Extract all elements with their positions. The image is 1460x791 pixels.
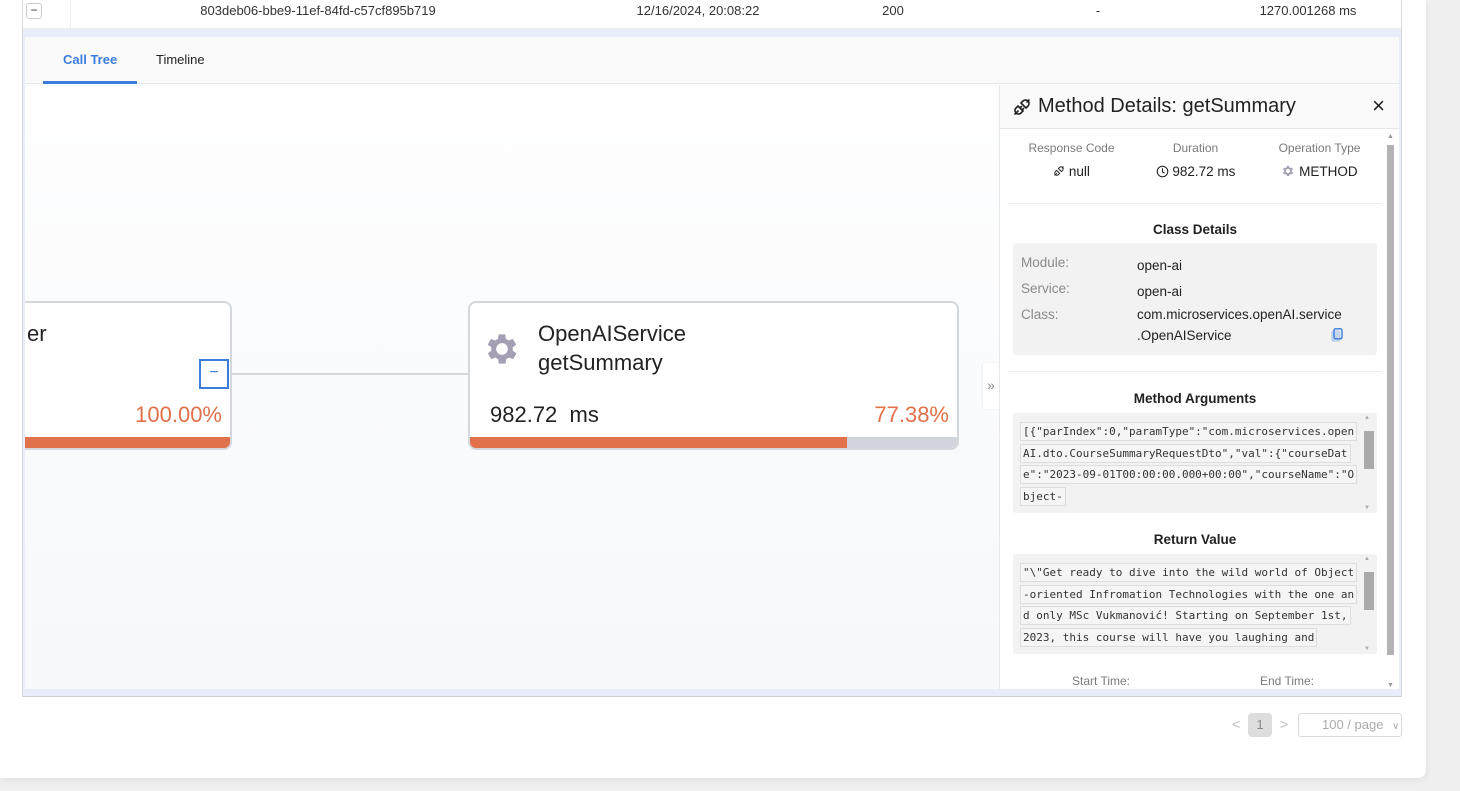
stat-label: Operation Type bbox=[1278, 141, 1361, 155]
arguments-scrollbar[interactable]: ▲ ▼ bbox=[1363, 415, 1374, 511]
collapse-row-button[interactable]: − bbox=[26, 3, 42, 19]
trace-error: - bbox=[1095, 3, 1101, 18]
trace-id: 803deb06-bbe9-11ef-84fd-c57cf895b719 bbox=[200, 3, 436, 18]
page-card: − 803deb06-bbe9-11ef-84fd-c57cf895b719 1… bbox=[0, 0, 1426, 778]
service-label: Service: bbox=[1021, 281, 1070, 296]
root-node-bar bbox=[25, 437, 230, 448]
tab-timeline[interactable]: Timeline bbox=[136, 37, 225, 84]
tab-bar: Call Tree Timeline bbox=[25, 37, 1399, 84]
node-percent: 77.38% bbox=[874, 402, 949, 427]
clock-icon bbox=[1156, 165, 1168, 178]
gear-icon bbox=[1283, 165, 1294, 177]
stat-response-code: Response Code null bbox=[1010, 141, 1133, 179]
page-1-button[interactable]: 1 bbox=[1248, 713, 1272, 737]
close-icon[interactable]: × bbox=[1372, 95, 1385, 117]
scroll-up-icon[interactable]: ▲ bbox=[1364, 415, 1370, 421]
service-value: open-ai bbox=[1137, 284, 1183, 299]
stat-label: Response Code bbox=[1028, 141, 1115, 155]
page-size-select[interactable]: 100 / page ∨ bbox=[1298, 713, 1402, 737]
divider bbox=[1008, 371, 1382, 372]
scroll-down-icon[interactable]: ▼ bbox=[1364, 505, 1370, 511]
method-arguments-box[interactable]: [{"parIndex":0,"paramType":"com.microser… bbox=[1013, 413, 1377, 513]
method-arguments-value: [{"parIndex":0,"paramType":"com.microser… bbox=[1020, 421, 1358, 507]
collapse-node-button[interactable]: − bbox=[199, 359, 229, 389]
stat-duration: Duration 982.72 ms bbox=[1134, 141, 1257, 179]
gear-icon bbox=[487, 334, 517, 364]
call-tree-root-node[interactable]: er − 100.00% bbox=[25, 301, 232, 450]
node-duration: 982.72 ms bbox=[490, 402, 599, 427]
module-label: Module: bbox=[1021, 255, 1070, 270]
expand-cell: − bbox=[23, 0, 71, 29]
scroll-down-icon[interactable]: ▼ bbox=[1364, 646, 1370, 652]
scroll-up-icon[interactable]: ▲ bbox=[1364, 556, 1370, 562]
class-details-box: Module: open-ai Service: open-ai Class: … bbox=[1013, 243, 1377, 355]
return-value-scrollbar[interactable]: ▲ ▼ bbox=[1363, 556, 1374, 652]
divider bbox=[1008, 203, 1382, 204]
trace-status: 200 bbox=[882, 3, 904, 18]
call-tree-canvas[interactable]: er − 100.00% OpenAIService getSummary 98… bbox=[25, 85, 999, 689]
method-stats: Response Code null Duration 982.72 ms Op… bbox=[1010, 141, 1380, 195]
prev-page-button[interactable]: < bbox=[1232, 716, 1240, 732]
stat-operation-type: Operation Type METHOD bbox=[1258, 141, 1381, 179]
method-arguments-title: Method Arguments bbox=[1133, 391, 1257, 406]
panel-scrollbar[interactable]: ▲ ▼ bbox=[1385, 133, 1395, 689]
method-details-header: Method Details: getSummary × bbox=[1000, 85, 1399, 129]
module-value: open-ai bbox=[1137, 258, 1183, 273]
operation-type-value: METHOD bbox=[1299, 164, 1358, 179]
duration-value: 982.72 ms bbox=[1172, 164, 1236, 179]
collapse-panel-toggle[interactable]: » bbox=[983, 363, 999, 409]
traces-table: − 803deb06-bbe9-11ef-84fd-c57cf895b719 1… bbox=[22, 0, 1402, 697]
copy-icon[interactable] bbox=[1331, 328, 1343, 342]
class-value: com.microservices.openAI.service .OpenAI… bbox=[1137, 304, 1357, 346]
call-tree-node-getsummary[interactable]: OpenAIService getSummary 982.72 ms 77.38… bbox=[468, 301, 959, 450]
root-node-name: er bbox=[27, 321, 47, 346]
tree-connector bbox=[232, 373, 470, 375]
start-time-label: Start Time: bbox=[1072, 674, 1131, 688]
root-node-percent: 100.00% bbox=[135, 402, 222, 427]
stat-value: 982.72 ms bbox=[1134, 164, 1257, 179]
scroll-down-icon[interactable]: ▼ bbox=[1387, 682, 1394, 689]
class-value-line1: com.microservices.openAI.service bbox=[1137, 307, 1342, 322]
return-value-title: Return Value bbox=[1153, 532, 1237, 547]
method-details-title: Method Details: getSummary bbox=[1038, 95, 1296, 117]
table-row[interactable]: − 803deb06-bbe9-11ef-84fd-c57cf895b719 1… bbox=[23, 0, 1401, 29]
chevron-down-icon: ∨ bbox=[1392, 721, 1400, 732]
node-bar bbox=[470, 437, 957, 448]
scroll-up-icon[interactable]: ▲ bbox=[1387, 133, 1394, 140]
plug-icon bbox=[1054, 166, 1064, 176]
end-time-label: End Time: bbox=[1260, 674, 1315, 688]
root-node-bar-fill bbox=[25, 437, 230, 448]
stat-value: METHOD bbox=[1258, 164, 1381, 179]
page-size-value: 100 / page bbox=[1322, 717, 1384, 732]
node-bar-fill bbox=[470, 437, 847, 448]
plug-icon bbox=[1014, 99, 1030, 115]
scrollbar-thumb[interactable] bbox=[1364, 572, 1374, 610]
return-value-box[interactable]: "\"Get ready to dive into the wild world… bbox=[1013, 554, 1377, 654]
stat-value: null bbox=[1010, 164, 1133, 179]
node-method-name: getSummary bbox=[538, 350, 663, 375]
scrollbar-thumb[interactable] bbox=[1364, 431, 1374, 469]
class-details-title: Class Details bbox=[1152, 222, 1238, 237]
method-details-panel: Method Details: getSummary × ▲ ▼ Respons… bbox=[999, 85, 1399, 689]
return-value-text: "\"Get ready to dive into the wild world… bbox=[1020, 562, 1358, 648]
tab-call-tree[interactable]: Call Tree bbox=[43, 37, 138, 84]
class-label: Class: bbox=[1021, 307, 1059, 322]
next-page-button[interactable]: > bbox=[1280, 716, 1288, 732]
node-class-name: OpenAIService bbox=[538, 321, 686, 346]
scrollbar-thumb[interactable] bbox=[1387, 145, 1394, 655]
trace-duration: 1270.001268 ms bbox=[1259, 3, 1357, 18]
trace-timestamp: 12/16/2024, 20:08:22 bbox=[636, 3, 760, 18]
response-code-value: null bbox=[1068, 164, 1090, 179]
stat-label: Duration bbox=[1172, 141, 1219, 155]
class-value-line2: .OpenAIService bbox=[1137, 328, 1232, 343]
